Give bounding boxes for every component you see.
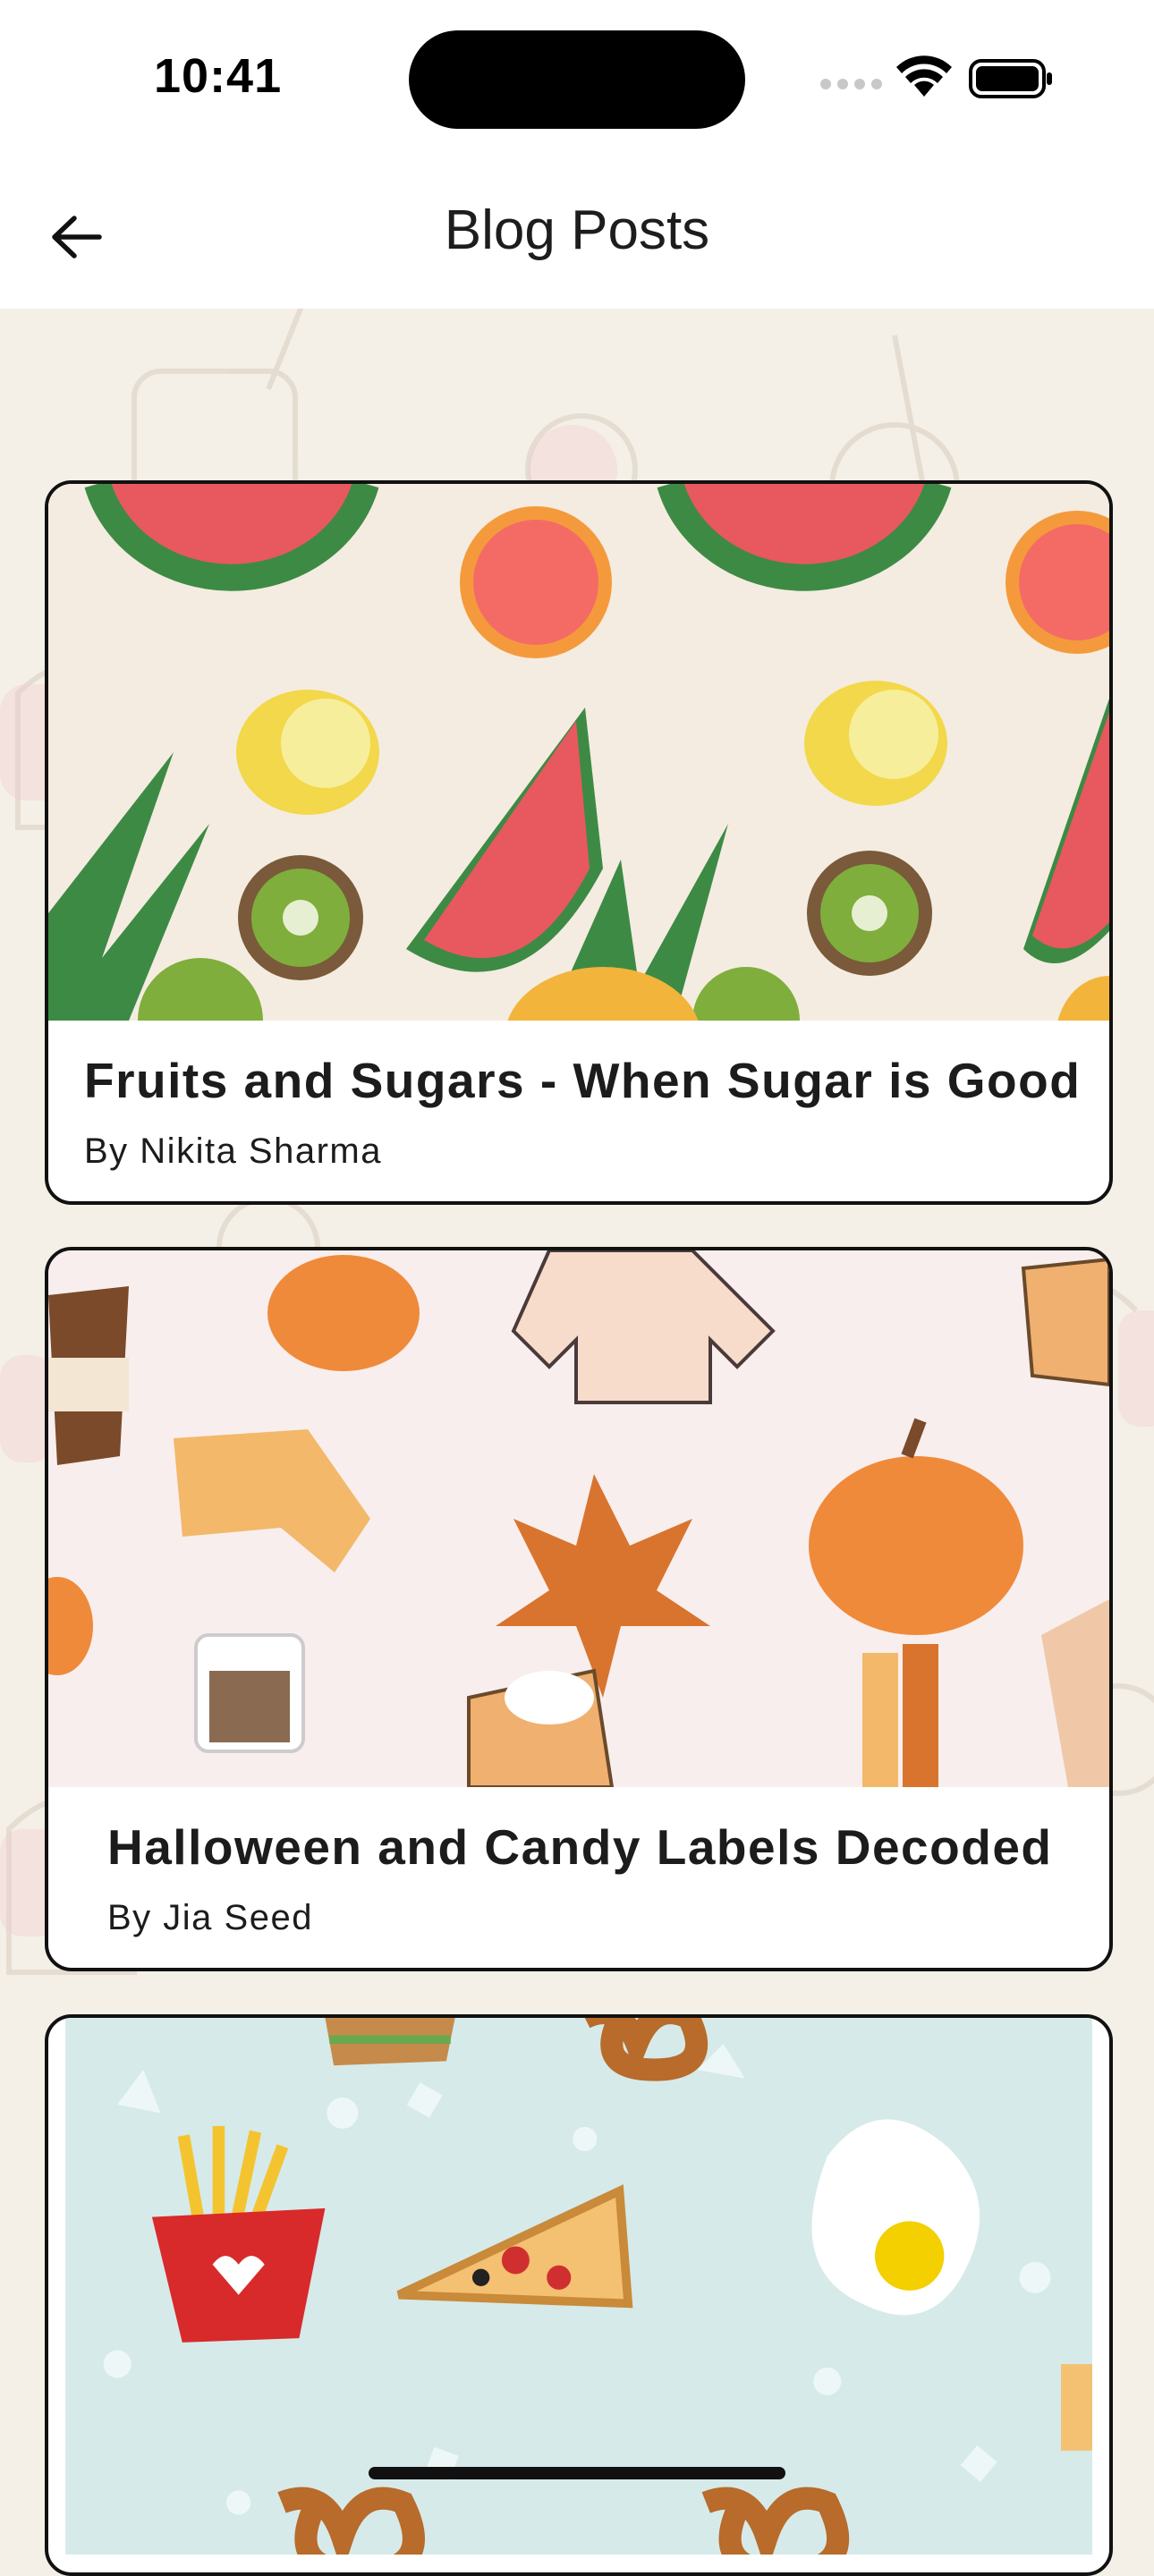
post-title: Halloween and Candy Labels Decoded: [107, 1819, 1053, 1875]
signal-icon: [820, 79, 882, 89]
status-time: 10:41: [154, 49, 283, 103]
post-cover-image: [48, 484, 1109, 1021]
post-title: Fruits and Sugars - When Sugar is Good: [84, 1053, 1082, 1108]
home-indicator: [369, 2467, 785, 2479]
blog-post-card[interactable]: [45, 2014, 1113, 2576]
dynamic-island: [409, 30, 745, 129]
wifi-icon: [896, 55, 952, 97]
page-title: Blog Posts: [444, 199, 710, 261]
navigation-bar: Blog Posts: [0, 152, 1154, 309]
post-cover-image: [48, 1250, 1109, 1787]
post-author: By Nikita Sharma: [84, 1131, 382, 1171]
blog-post-card[interactable]: Halloween and Candy Labels Decoded By Ji…: [45, 1247, 1113, 1971]
battery-icon: [969, 59, 1052, 98]
status-bar: 10:41: [0, 0, 1154, 152]
blog-post-card[interactable]: Fruits and Sugars - When Sugar is Good B…: [45, 480, 1113, 1205]
post-author: By Jia Seed: [107, 1898, 313, 1937]
